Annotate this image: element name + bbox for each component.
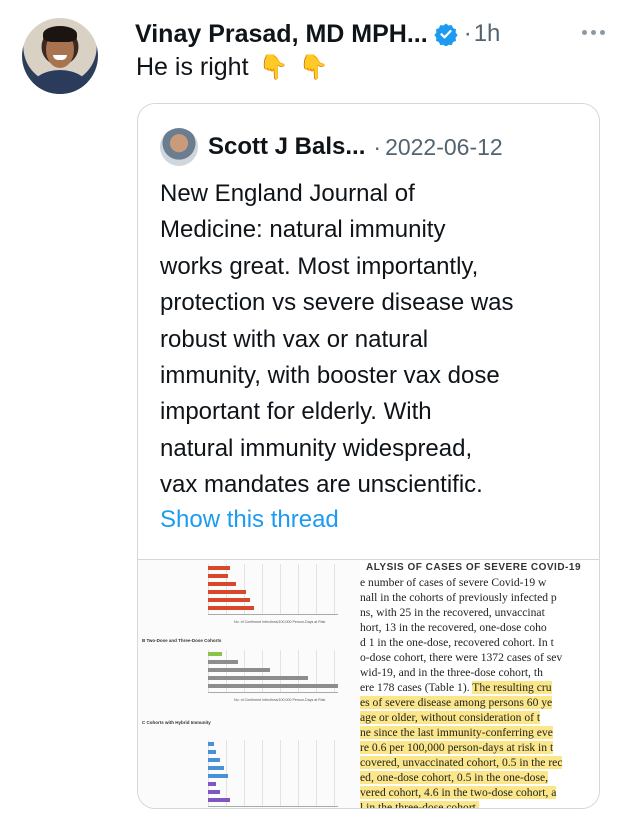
chart-bar [208,574,228,578]
document-image[interactable]: ALYSIS OF CASES OF SEVERE COVID-19 e num… [360,560,599,808]
quote-text-line: New England Journal of [160,180,415,207]
quote-author-name[interactable]: Scott J Bals... [208,133,365,161]
document-text-line: ne since the last immunity-conferring ev… [360,726,553,739]
tweet-timestamp[interactable]: 1h [474,20,501,48]
chart-bar [208,660,238,664]
chart-bar [208,676,308,680]
chart-bar [208,668,270,672]
quoted-tweet-card[interactable]: Scott J Bals... · 2022-06-12 New England… [137,103,600,809]
quote-text-line: protection vs severe disease was [160,289,514,317]
chart-axis [208,806,338,807]
chart-axis-label: No. of Confirmed Infections/100,000 Pers… [234,620,326,624]
chart-bar [208,652,222,656]
chart-image[interactable]: B Two-Dose and Three-Dose Cohorts C Coho… [138,560,360,808]
document-text-line: nall in the cohorts of previously infect… [360,591,557,604]
pointing-down-icon: 👇 [298,53,329,81]
document-text-line: hort, 13 in the recovered, one-dose coho [360,621,547,634]
panel-b-title: B Two-Dose and Three-Dose Cohorts [142,638,222,643]
quote-text-line: Medicine: natural immunity [160,216,446,244]
more-options-icon[interactable] [582,30,605,35]
chart-bar [208,750,216,754]
chart-bar [208,684,338,688]
chart-gridline [280,740,281,806]
chart-bar [208,598,250,602]
chart-axis-label: No. of Confirmed Infections/100,000 Pers… [234,698,326,702]
chart-gridline [316,564,317,614]
chart-gridline [334,564,335,614]
chart-bar [208,606,254,610]
chart-bar [208,758,220,762]
chart-gridline [280,564,281,614]
document-text-line: vered cohort, 4.6 in the two-dose cohort… [360,786,557,799]
document-text-line: ns, with 25 in the recovered, unvaccinat [360,606,545,619]
chart-bar [208,782,216,786]
document-text-line: age or older, without consideration of t [360,711,541,724]
chart-gridline [262,564,263,614]
document-text-line: ere 178 cases (Table 1). The resulting c… [360,681,552,694]
chart-gridline [316,740,317,806]
chart-bar [208,742,214,746]
quote-text: New England Journal of Medicine: natural… [160,176,590,504]
document-text-line: es of severe disease among persons 60 ye [360,696,553,709]
pointing-down-icon: 👇 [258,53,289,81]
chart-bar [208,566,230,570]
document-text-line: d 1 in the one-dose, recovered cohort. I… [360,636,554,649]
chart-bar [208,798,230,802]
chart-bar [208,766,224,770]
quote-text-line: important for elderly. With [160,398,432,426]
author-name[interactable]: Vinay Prasad, MD MPH... [135,20,428,49]
tweet-header: Vinay Prasad, MD MPH... · 1h [135,16,605,52]
quote-author-avatar[interactable] [160,128,198,166]
quote-text-line: robust with vax or natural [160,325,429,353]
verified-badge-icon [434,23,458,46]
tweet-text: He is right 👇 👇 [136,53,328,82]
quote-date[interactable]: 2022-06-12 [385,134,503,161]
chart-axis [208,614,338,615]
quote-header: Scott J Bals... · 2022-06-12 [160,127,503,167]
document-text-line: ed, one-dose cohort, 0.5 in the one-dose… [360,771,549,784]
quote-text-line: vax mandates are unscientific. [160,471,483,499]
quote-separator: · [373,133,382,160]
chart-bar [208,790,220,794]
document-text-line: wid-19, and in the three-dose cohort, th [360,666,543,679]
chart-gridline [262,740,263,806]
document-text-line: l in the three-dose cohort. [360,801,479,808]
chart-gridline [244,740,245,806]
document-text-line: o-dose cohort, there were 1372 cases of … [360,651,563,664]
chart-bar [208,774,228,778]
chart-gridline [298,564,299,614]
document-heading: ALYSIS OF CASES OF SEVERE COVID-19 [366,562,582,573]
header-separator: · [463,20,472,47]
quote-text-line: immunity, with booster vax dose [160,362,500,390]
panel-c-title: C Cohorts with Hybrid Immunity [142,720,211,725]
tweet-text-content: He is right [136,53,249,81]
chart-bar [208,590,246,594]
quote-text-line: works great. Most importantly, [160,252,479,280]
chart-gridline [334,740,335,806]
quote-text-line: natural immunity widespread, [160,434,473,462]
chart-gridline [298,740,299,806]
document-text-line: covered, unvaccinated cohort, 0.5 in the… [360,756,563,769]
document-text-line: re 0.6 per 100,000 person-days at risk i… [360,741,554,754]
author-avatar[interactable] [22,18,98,94]
quote-media[interactable]: B Two-Dose and Three-Dose Cohorts C Coho… [138,559,599,808]
document-text-line: e number of cases of severe Covid-19 w [360,576,547,589]
chart-gridline [226,740,227,806]
chart-bar [208,582,236,586]
chart-axis [208,692,338,693]
show-thread-link[interactable]: Show this thread [160,506,339,534]
